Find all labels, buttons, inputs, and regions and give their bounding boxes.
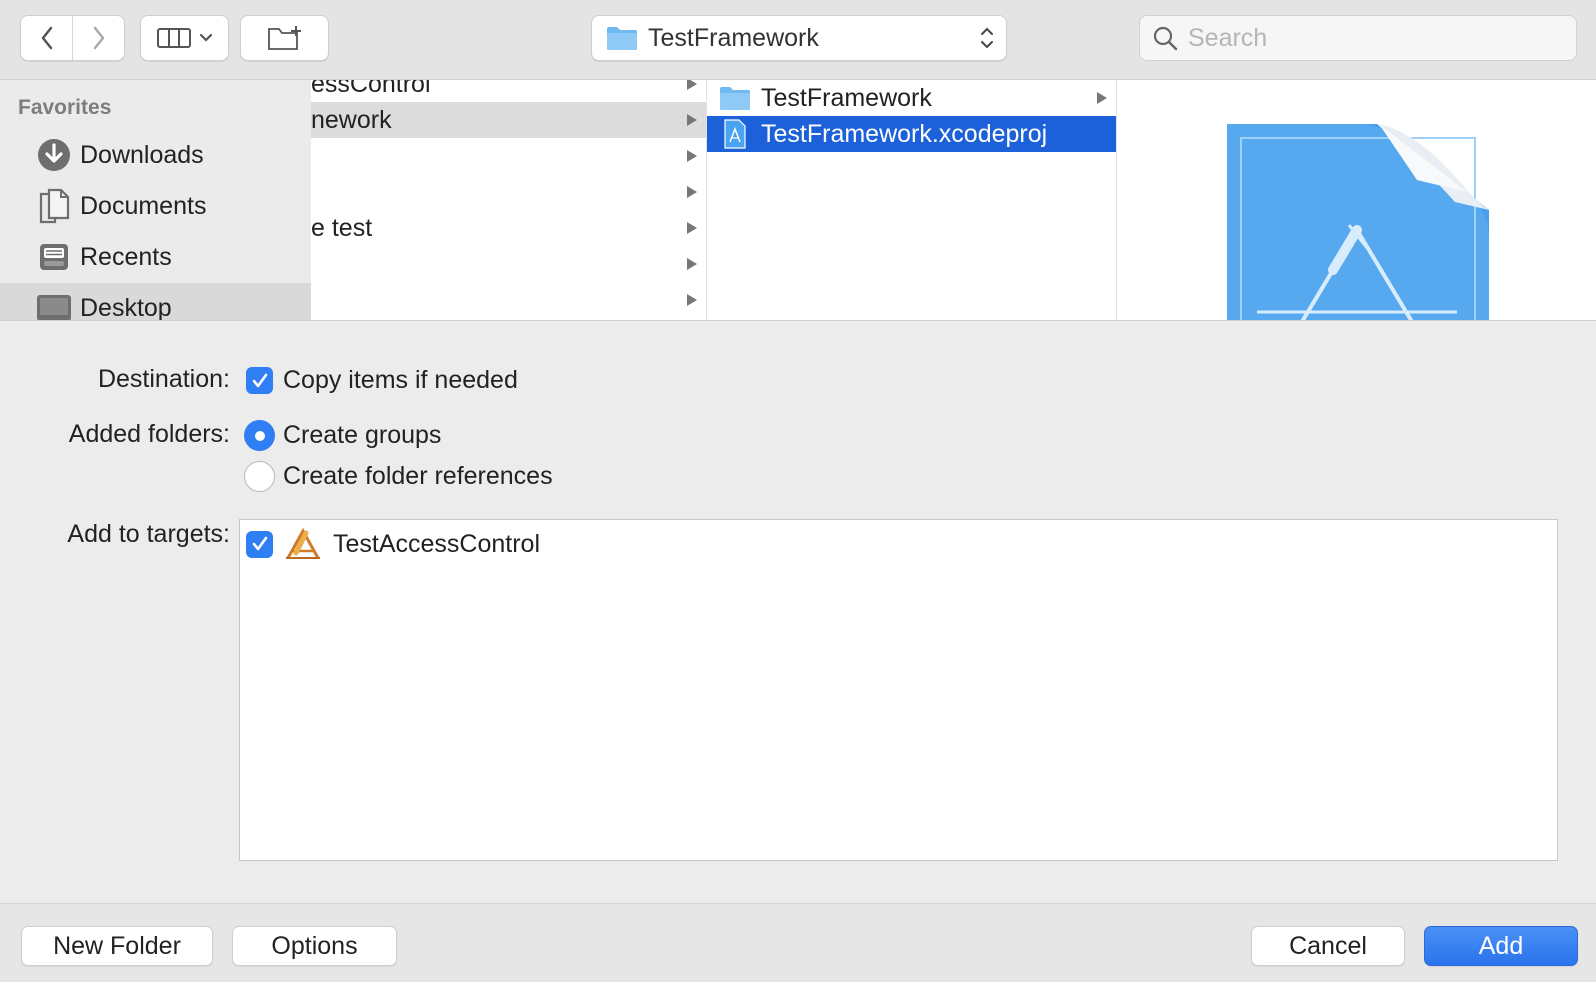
options-button[interactable]: Options [232,926,397,966]
sidebar: Favorites Downloads Documents Recents De… [0,80,311,321]
copy-items-checkbox[interactable] [246,367,273,394]
disclosure-arrow-icon [677,185,706,199]
column-row[interactable]: essControl [311,80,706,102]
chevron-right-icon [93,26,104,50]
search-icon [1153,26,1178,51]
copy-items-label: Copy items if needed [283,366,518,394]
add-button[interactable]: Add [1424,926,1578,966]
sidebar-item-recents[interactable]: Recents [0,232,311,282]
recents-icon [36,239,72,275]
target-name: TestAccessControl [333,529,541,558]
forward-button[interactable] [72,16,124,60]
browser-column-1: essControl nework e test [311,80,707,320]
folder-icon [719,83,751,113]
disclosure-arrow-icon [677,113,706,127]
sidebar-item-label: Desktop [80,293,172,321]
target-checkbox[interactable] [246,530,273,558]
sidebar-item-documents[interactable]: Documents [0,181,311,231]
documents-icon [36,188,72,224]
path-popup[interactable]: TestFramework [591,15,1007,61]
targets-list: TestAccessControl [239,519,1558,861]
column-row[interactable] [311,246,706,282]
app-target-icon [283,526,323,562]
search-field[interactable] [1139,15,1577,61]
navigation-buttons [20,15,125,61]
destination-label: Destination: [97,365,230,393]
up-down-chevron-icon [968,25,1006,51]
create-folder-references-option[interactable]: Create folder references [244,461,553,492]
disclosure-arrow-icon [677,149,706,163]
create-groups-radio[interactable] [244,420,275,451]
path-popup-label: TestFramework [648,23,819,52]
added-folders-label: Added folders: [68,420,230,448]
toolbar: TestFramework [0,0,1596,80]
file-preview [1117,80,1596,320]
checkmark-icon [252,373,267,387]
disclosure-arrow-icon [677,257,706,271]
copy-items-option[interactable]: Copy items if needed [246,366,518,395]
sidebar-item-label: Downloads [80,140,204,169]
column-view-icon [156,28,191,48]
browser-column-2: TestFramework TestFramework.xcodeproj [707,80,1117,320]
sidebar-item-label: Recents [80,242,172,271]
column-row[interactable] [311,174,706,210]
disclosure-arrow-icon [677,221,706,235]
new-folder-icon [267,26,301,50]
sidebar-item-downloads[interactable]: Downloads [0,130,311,180]
column-row-selected[interactable]: nework [311,102,706,138]
create-folder-references-label: Create folder references [283,462,553,490]
new-folder-button[interactable]: New Folder [21,926,213,966]
create-groups-option[interactable]: Create groups [244,420,441,451]
search-input[interactable] [1188,23,1568,53]
sidebar-section-favorites: Favorites [18,96,112,119]
view-mode-button[interactable] [140,15,229,61]
column-row[interactable] [311,138,706,174]
xcodeproj-icon [719,119,751,149]
xcodeproj-large-icon [1227,124,1489,320]
checkmark-icon [252,536,267,551]
create-groups-label: Create groups [283,421,442,449]
chevron-down-icon [199,33,212,42]
downloads-icon [36,137,72,173]
cancel-button[interactable]: Cancel [1251,926,1405,966]
column-row-xcodeproj-selected[interactable]: TestFramework.xcodeproj [707,116,1116,152]
bottom-bar: New Folder Options Cancel Add [0,903,1596,982]
chevron-left-icon [41,26,52,50]
disclosure-arrow-icon [1087,91,1116,105]
sidebar-item-label: Documents [80,191,207,220]
back-button[interactable] [21,16,72,60]
file-browser: Favorites Downloads Documents Recents De… [0,80,1596,321]
new-folder-toolbar-button[interactable] [240,15,329,61]
column-row[interactable] [311,282,706,318]
column-row-testframework-folder[interactable]: TestFramework [707,80,1116,116]
desktop-icon [36,290,72,320]
disclosure-arrow-icon [677,80,706,91]
disclosure-arrow-icon [677,293,706,307]
create-folder-references-radio[interactable] [244,461,275,492]
sidebar-item-desktop[interactable]: Desktop [0,283,311,321]
column-row[interactable]: e test [311,210,706,246]
add-to-targets-label: Add to targets: [67,520,230,548]
folder-icon [607,27,637,50]
target-row[interactable]: TestAccessControl [246,524,540,564]
